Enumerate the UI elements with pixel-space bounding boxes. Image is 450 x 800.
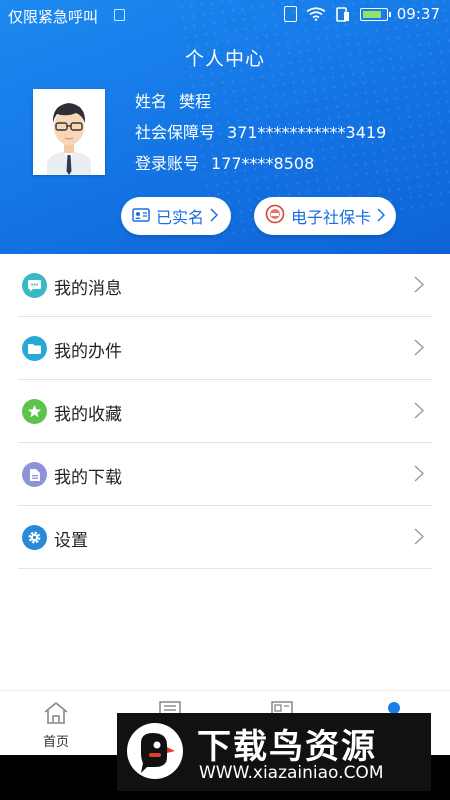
carrier-text: 仅限紧急呼叫	[8, 8, 99, 26]
ssn-row: 社会保障号 371***********3419	[135, 121, 386, 152]
watermark: 下载鸟资源 WWW.xiazainiao.COM	[117, 713, 431, 791]
tab-home[interactable]: 首页	[26, 701, 86, 750]
tab-home-label: 首页	[42, 735, 69, 750]
avatar-icon	[33, 89, 105, 175]
clock: 09:37	[396, 5, 440, 23]
id-card-icon	[132, 207, 150, 226]
watermark-url: WWW.xiazainiao.COM	[199, 763, 384, 783]
name-row: 姓名 樊程	[135, 90, 386, 121]
wifi-icon	[306, 7, 326, 21]
name-label: 姓名	[135, 92, 168, 111]
chevron-right-icon	[414, 528, 425, 549]
chevron-right-icon	[377, 207, 386, 226]
vibrate-icon	[283, 6, 297, 22]
bird-logo-icon	[127, 723, 183, 779]
account-row: 登录账号 177****8508	[135, 152, 386, 183]
menu-item-favorites[interactable]: 我的收藏	[0, 380, 450, 443]
card-label: 电子社保卡	[291, 208, 372, 227]
watermark-title: 下载鸟资源	[197, 727, 377, 767]
signal-icon	[335, 6, 351, 22]
verified-button[interactable]: 已实名	[121, 197, 231, 235]
status-bar: 仅限紧急呼叫 09:37	[0, 0, 450, 32]
account-value: 177****8508	[211, 154, 315, 173]
ssn-value: 371***********3419	[227, 123, 387, 142]
social-security-card-button[interactable]: 电子社保卡	[254, 197, 396, 235]
menu-item-messages[interactable]: 我的消息	[0, 254, 450, 317]
divider	[18, 568, 432, 569]
sim-icon	[114, 9, 125, 21]
chevron-right-icon	[210, 207, 219, 226]
chevron-right-icon	[414, 402, 425, 423]
profile-header: 仅限紧急呼叫 09:37 个人中心 姓名 樊程 社会保障号 371*******…	[0, 0, 450, 254]
seal-icon	[265, 204, 285, 228]
menu-item-my-cases[interactable]: 我的办件	[0, 317, 450, 380]
verified-label: 已实名	[156, 208, 205, 227]
user-info: 姓名 樊程 社会保障号 371***********3419 登录账号 177****…	[135, 90, 386, 183]
menu-label: 设置	[54, 531, 88, 551]
menu-item-settings[interactable]: 设置	[0, 506, 450, 569]
ssn-label: 社会保障号	[135, 123, 216, 142]
chevron-right-icon	[414, 276, 425, 297]
avatar[interactable]	[33, 89, 105, 175]
account-label: 登录账号	[135, 154, 200, 173]
chevron-right-icon	[414, 339, 425, 360]
star-icon	[22, 399, 47, 424]
page-title: 个人中心	[184, 48, 265, 70]
home-icon	[44, 701, 68, 724]
name-value: 樊程	[179, 92, 212, 111]
battery-icon	[359, 7, 391, 21]
menu-list: 我的消息 我的办件 我的收藏 我的下载 设置	[0, 254, 450, 569]
menu-label: 我的办件	[54, 342, 122, 362]
folder-icon	[22, 336, 47, 361]
message-icon	[22, 273, 47, 298]
menu-item-downloads[interactable]: 我的下载	[0, 443, 450, 506]
download-icon	[22, 462, 47, 487]
menu-label: 我的下载	[54, 468, 122, 488]
chevron-right-icon	[414, 465, 425, 486]
menu-label: 我的消息	[54, 279, 122, 299]
menu-label: 我的收藏	[54, 405, 122, 425]
gear-icon	[22, 525, 47, 550]
